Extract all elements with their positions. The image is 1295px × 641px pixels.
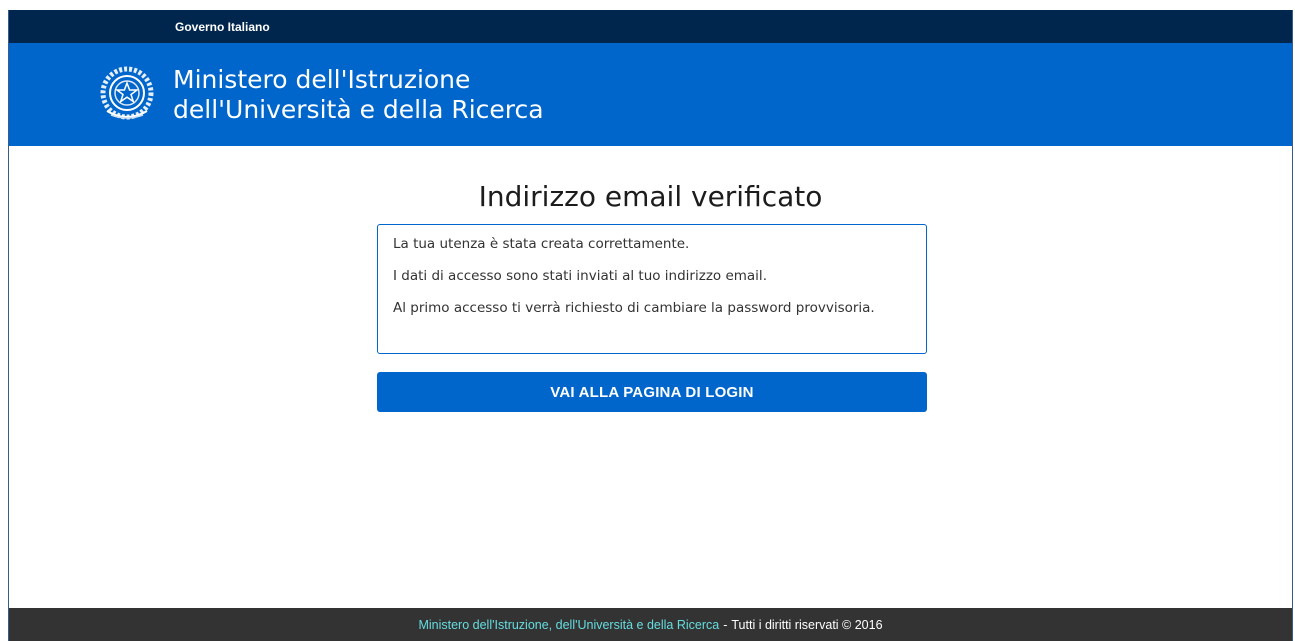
- go-to-login-button[interactable]: VAI ALLA PAGINA DI LOGIN: [377, 372, 927, 412]
- gov-bar: Governo Italiano: [9, 10, 1292, 43]
- ministry-name-line2: dell'Università e della Ricerca: [173, 95, 544, 124]
- page-frame: Governo Italiano Ministero dell'Istruzio…: [8, 10, 1293, 641]
- message-change-password: Al primo accesso ti verrà richiesto di c…: [393, 300, 875, 316]
- site-footer: Ministero dell'Istruzione, dell'Universi…: [9, 608, 1292, 641]
- footer-separator: -: [723, 617, 728, 632]
- message-account-created: La tua utenza è stata creata correttamen…: [393, 236, 690, 252]
- footer-rights: Tutti i diritti riservati © 2016: [731, 617, 883, 632]
- ministry-name[interactable]: Ministero dell'Istruzione dell'Universit…: [173, 65, 544, 125]
- message-credentials-sent: I dati di accesso sono stati inviati al …: [393, 268, 767, 284]
- repubblica-italiana-emblem-icon[interactable]: [97, 61, 157, 125]
- message-box: La tua utenza è stata creata correttamen…: [377, 224, 927, 354]
- site-header: Ministero dell'Istruzione dell'Universit…: [9, 43, 1292, 146]
- page-title: Indirizzo email verificato: [478, 180, 823, 213]
- gov-bar-label[interactable]: Governo Italiano: [175, 20, 270, 34]
- ministry-name-line1: Ministero dell'Istruzione: [173, 65, 471, 94]
- footer-ministry-link[interactable]: Ministero dell'Istruzione, dell'Universi…: [418, 618, 719, 632]
